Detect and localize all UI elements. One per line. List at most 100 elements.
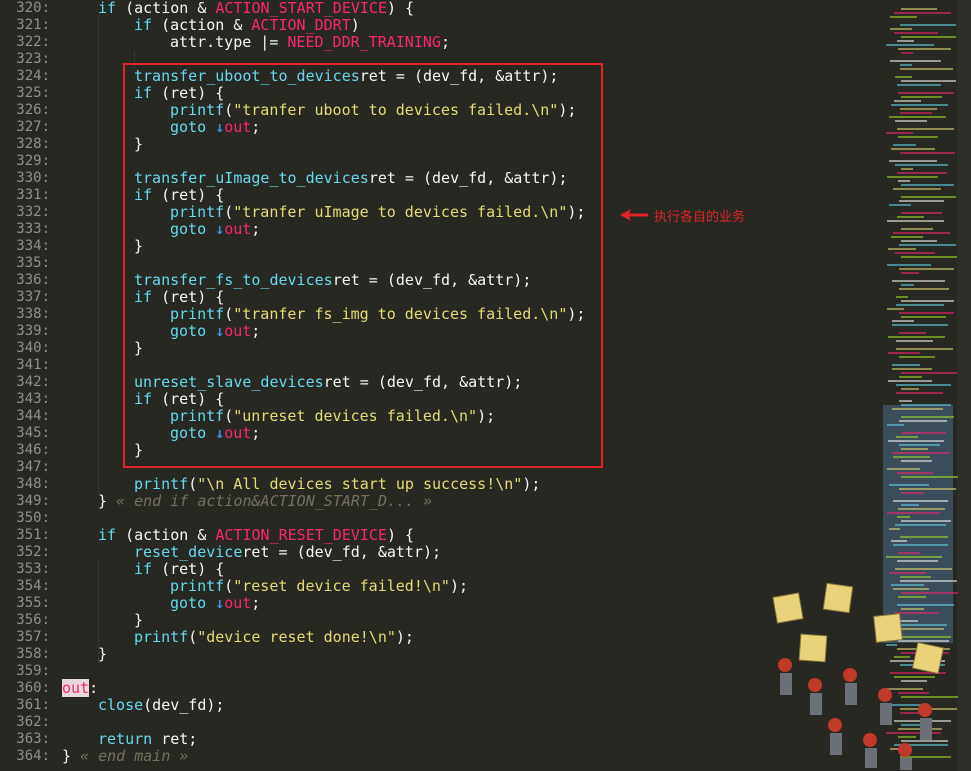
minimap-line (899, 312, 954, 314)
function-name: transfer_fs_to_devices (134, 271, 333, 289)
code-line[interactable]: transfer_fs_to_devicesret = (dev_fd, &at… (134, 272, 531, 289)
minimap-line (892, 368, 932, 370)
code-line[interactable]: printf("\n All devices start up success!… (134, 476, 540, 493)
code-line[interactable]: reset_deviceret = (dev_fd, &attr); (134, 544, 441, 561)
code-text: (ret) { (152, 560, 225, 578)
code-editor[interactable]: 320: 321: 322: 323: 324: 325: 326: 327: 328: 329:… (0, 0, 880, 771)
minimap-line (890, 16, 917, 18)
line-number: 329: (16, 153, 50, 169)
code-line[interactable]: if (ret) { (134, 391, 224, 408)
code-line[interactable]: if (ret) { (134, 561, 224, 578)
code-line[interactable]: goto ↓out; (170, 119, 260, 136)
code-text: ; (251, 118, 261, 136)
line-number: 327: (16, 119, 50, 135)
minimap-line (895, 524, 946, 526)
minimap-line (899, 268, 954, 270)
code-line[interactable]: close(dev_fd); (98, 697, 224, 714)
fold-marker[interactable]: « end main » (80, 747, 188, 765)
code-text: ret = (368, 169, 423, 187)
minimap-line (901, 432, 946, 434)
minimap-line (899, 356, 935, 358)
code-text: } (134, 339, 144, 357)
minimap-line (901, 80, 956, 82)
line-number: 324: (16, 68, 50, 84)
line-number: 364: (16, 748, 50, 764)
minimap-line (901, 96, 942, 98)
minimap-line (901, 300, 954, 302)
code-text: ); (395, 628, 414, 646)
code-line[interactable]: goto ↓out; (170, 595, 260, 612)
function-name: transfer_uboot_to_devices (134, 67, 360, 85)
keyword: if (134, 84, 153, 102)
code-text: } (134, 135, 144, 153)
line-number: 330: (16, 170, 50, 186)
minimap-line (892, 364, 920, 366)
minimap-line (897, 128, 954, 130)
code-line[interactable]: return ret; (98, 731, 197, 748)
code-text: ; (251, 220, 261, 238)
minimap-line (889, 528, 900, 530)
minimap-line (901, 240, 937, 242)
code-text: ) (350, 16, 360, 34)
minimap-line (894, 12, 951, 14)
code-line[interactable]: printf("tranfer uboot to devices failed.… (170, 102, 576, 119)
code-line[interactable]: printf("tranfer fs_img to devices failed… (170, 306, 585, 323)
minimap-line (893, 500, 948, 502)
minimap-line (898, 508, 945, 510)
minimap-line (901, 388, 919, 390)
minimap-line (896, 340, 933, 342)
code-line[interactable]: printf("tranfer uImage to devices failed… (170, 204, 585, 221)
code-line[interactable]: } (98, 646, 107, 663)
code-line[interactable]: } (134, 442, 143, 459)
minimap-line (896, 296, 908, 298)
code-line[interactable]: unreset_slave_devicesret = (dev_fd, &att… (134, 374, 522, 391)
code-line[interactable]: transfer_uboot_to_devicesret = (dev_fd, … (134, 68, 558, 85)
minimap-line (888, 352, 920, 354)
minimap-line (887, 512, 940, 514)
line-number: 358: (16, 646, 50, 662)
annotation-text: 执行各自的业务 (654, 209, 746, 225)
line-number: 328: (16, 136, 50, 152)
code-line[interactable]: if (action & ACTION_DDRT) (134, 17, 360, 34)
minimap-line (899, 488, 956, 490)
constant: ACTION_RESET_DEVICE (215, 526, 387, 544)
code-line[interactable]: if (ret) { (134, 187, 224, 204)
code-line[interactable]: } « end if action&ACTION_START_D... » (98, 493, 432, 510)
minimap-line (892, 320, 914, 322)
code-line[interactable]: if (action & ACTION_START_DEVICE) { (98, 0, 414, 17)
goto-arrow-icon: ↓ (215, 220, 225, 238)
code-line[interactable]: if (action & ACTION_RESET_DEVICE) { (98, 527, 414, 544)
code-text: (ret) { (152, 390, 225, 408)
code-line[interactable]: printf("unreset devices failed.\n"); (170, 408, 495, 425)
code-line[interactable]: attr.type |= NEED_DDR_TRAINING; (170, 34, 450, 51)
minimap-line (900, 112, 932, 114)
code-line[interactable]: out: (62, 679, 98, 697)
code-line[interactable]: transfer_uImage_to_devicesret = (dev_fd,… (134, 170, 568, 187)
code-line[interactable]: } (134, 238, 143, 255)
code-line[interactable]: goto ↓out; (170, 425, 260, 442)
code-line[interactable]: if (ret) { (134, 289, 224, 306)
minimap-line (887, 264, 931, 266)
code-line[interactable]: goto ↓out; (170, 323, 260, 340)
code-line[interactable]: goto ↓out; (170, 221, 260, 238)
line-number: 326: (16, 102, 50, 118)
keyword: if (134, 288, 153, 306)
minimap-line (895, 164, 948, 166)
line-number: 332: (16, 204, 50, 220)
line-number: 335: (16, 255, 50, 271)
code-line[interactable]: } (134, 612, 143, 629)
code-line[interactable]: printf("reset device failed!\n"); (170, 578, 468, 595)
code-line[interactable]: if (ret) { (134, 85, 224, 102)
label-out: out (224, 118, 252, 136)
minimap-line (901, 52, 913, 54)
minimap-line (898, 136, 938, 138)
code-text: ); (558, 101, 577, 119)
code-line[interactable]: } (134, 136, 143, 153)
code-line[interactable]: } « end main » (62, 748, 188, 765)
fold-marker[interactable]: « end if action&ACTION_START_D... » (116, 492, 432, 510)
code-line[interactable]: printf("device reset done!\n"); (134, 629, 414, 646)
constant: ACTION_DDRT (251, 16, 351, 34)
line-number: 345: (16, 425, 50, 441)
code-line[interactable]: } (134, 340, 143, 357)
line-number: 320: (16, 0, 50, 16)
